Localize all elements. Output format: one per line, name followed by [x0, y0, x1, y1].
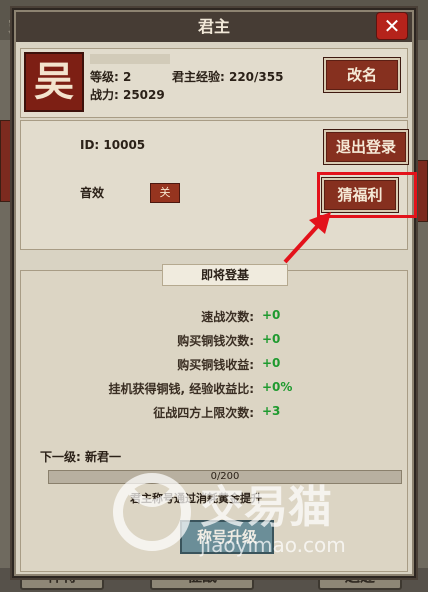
- dialog-title: 君主: [16, 12, 412, 42]
- sound-toggle[interactable]: 关: [150, 183, 180, 203]
- stat-value: +0: [262, 356, 281, 370]
- avatar: 吴: [24, 52, 84, 112]
- stat-label: 征战四方上限次数:: [153, 406, 254, 420]
- upgrade-hint: 君主称号通过消耗黄金提升: [130, 492, 262, 505]
- player-id-label: ID: 10005: [80, 138, 146, 152]
- stat-value: +0: [262, 332, 281, 346]
- upgrade-header: 即将登基: [162, 264, 288, 286]
- exp-label: 君主经验: 220/355: [172, 70, 284, 84]
- close-button[interactable]: ✕: [376, 12, 408, 40]
- stat-label: 挂机获得铜钱, 经验收益比:: [108, 382, 254, 396]
- logout-button[interactable]: 退出登录: [323, 129, 409, 165]
- player-name-hidden: [90, 54, 170, 64]
- stat-label: 速战次数:: [201, 310, 254, 324]
- stat-row: 速战次数: +0: [12, 308, 420, 326]
- level-label: 等级: 2: [90, 70, 132, 84]
- stat-value: +0: [262, 308, 281, 322]
- rename-button[interactable]: 改名: [323, 57, 401, 93]
- stat-row: 购买铜钱收益: +0: [12, 356, 420, 374]
- power-label: 战力: 25029: [90, 88, 165, 102]
- stat-label: 购买铜钱次数:: [177, 334, 254, 348]
- stat-row: 征战四方上限次数: +3: [12, 404, 420, 422]
- stat-row: 挂机获得铜钱, 经验收益比: +0%: [12, 380, 420, 398]
- next-level-label: 下一级: 新君一: [40, 450, 121, 464]
- stat-row: 购买铜钱次数: +0: [12, 332, 420, 350]
- sound-label: 音效: [80, 186, 105, 200]
- stat-value: +0%: [262, 380, 293, 394]
- progress-text: 0/200: [210, 471, 240, 482]
- stat-label: 购买铜钱收益:: [177, 358, 254, 372]
- stat-value: +3: [262, 404, 281, 418]
- arrow-icon: [283, 212, 331, 264]
- lord-dialog: 君主 ✕ 吴 等级: 2 君主经验: 220/355 战力: 25029 改名 …: [10, 6, 418, 580]
- title-upgrade-button[interactable]: 称号升级: [180, 520, 274, 554]
